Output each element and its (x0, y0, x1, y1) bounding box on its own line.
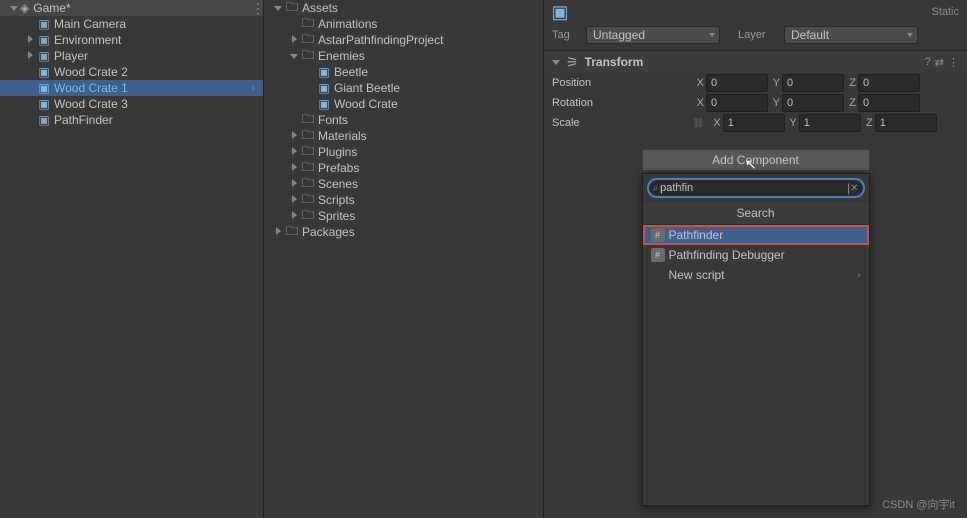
search-results: # Pathfinder # Pathfinding Debugger New … (643, 225, 869, 505)
hierarchy-panel: ◈ Game* ⋮ ▣ Main Camera ▣ Environment ▣ … (0, 0, 264, 518)
folder-icon: 🗀 (284, 224, 300, 240)
component-search-popup: ⌕ | ✕ Search # Pathfinder # Pathfinding … (642, 173, 870, 506)
preset-icon[interactable]: ⇄ (935, 56, 944, 69)
unity-icon: ◈ (20, 1, 29, 15)
layer-dropdown[interactable]: Default (784, 26, 918, 44)
script-icon: # (651, 228, 665, 242)
constrain-icon[interactable]: ⛓ (692, 118, 705, 129)
position-x-input[interactable] (706, 74, 768, 92)
caret-right-icon (288, 147, 300, 158)
folder-icon: 🗀 (300, 48, 316, 64)
transform-title: Transform (585, 55, 925, 69)
hierarchy-item-selected[interactable]: ▣ Wood Crate 1 › (0, 80, 263, 96)
search-result-pathfinding-debugger[interactable]: # Pathfinding Debugger (643, 245, 869, 265)
caret-down-icon (288, 51, 300, 62)
position-y-input[interactable] (782, 74, 844, 92)
tag-layer-row: Tag Untagged Layer Default (544, 24, 967, 50)
caret-down-icon (552, 60, 560, 65)
layer-label: Layer (738, 29, 778, 41)
rotation-y-input[interactable] (782, 94, 844, 112)
static-label: Static (931, 6, 959, 18)
search-box[interactable]: ⌕ | ✕ (647, 178, 865, 198)
caret-down-icon (8, 3, 20, 14)
inspector-panel: ▣ Static Tag Untagged Layer Default ⚞ Tr… (544, 0, 967, 518)
scale-z-input[interactable] (875, 114, 937, 132)
folder-row[interactable]: 🗀 Enemies (264, 48, 543, 64)
caret-right-icon (24, 51, 36, 62)
prefab-icon: ▣ (316, 80, 332, 96)
hierarchy-item[interactable]: ▣ Wood Crate 3 (0, 96, 263, 112)
prefab-icon: ▣ (36, 96, 52, 112)
chevron-right-icon: › (857, 270, 860, 281)
search-result-new-script[interactable]: New script › (643, 265, 869, 285)
caret-right-icon (288, 163, 300, 174)
gameobject-icon: ▣ (36, 48, 52, 64)
hierarchy-item[interactable]: ▣ PathFinder (0, 112, 263, 128)
scale-label: Scale (552, 117, 692, 129)
prefab-row[interactable]: ▣ Giant Beetle (264, 80, 543, 96)
transform-component: ⚞ Transform ? ⇄ ⋮ Position X Y Z Rotatio… (544, 50, 967, 133)
rotation-row: Rotation X Y Z (544, 93, 967, 113)
caret-right-icon (272, 227, 284, 238)
watermark: CSDN @向宇it (882, 496, 955, 512)
add-component-button[interactable]: Add Component (642, 149, 870, 171)
scene-row[interactable]: ◈ Game* ⋮ (0, 0, 263, 16)
rotation-z-input[interactable] (858, 94, 920, 112)
caret-right-icon (24, 35, 36, 46)
folder-row[interactable]: 🗀 Sprites (264, 208, 543, 224)
caret-right-icon (288, 131, 300, 142)
chevron-right-icon[interactable]: › (252, 83, 255, 94)
position-z-input[interactable] (858, 74, 920, 92)
more-icon[interactable]: ⋮ (251, 0, 263, 17)
folder-icon: 🗀 (300, 208, 316, 224)
hierarchy-item[interactable]: ▣ Player (0, 48, 263, 64)
gameobject-icon: ▣ (36, 32, 52, 48)
hierarchy-item[interactable]: ▣ Environment (0, 32, 263, 48)
prefab-icon: ▣ (316, 96, 332, 112)
transform-header[interactable]: ⚞ Transform ? ⇄ ⋮ (544, 51, 967, 73)
gameobject-icon: ▣ (36, 112, 52, 128)
search-clear-icon[interactable]: ✕ (850, 183, 858, 194)
prefab-icon: ▣ (36, 80, 52, 96)
tag-label: Tag (552, 29, 580, 41)
prefab-icon: ▣ (36, 64, 52, 80)
search-icon: ⌕ (653, 183, 659, 194)
scene-name: Game* (33, 1, 70, 15)
position-row: Position X Y Z (544, 73, 967, 93)
hierarchy-item[interactable]: ▣ Wood Crate 2 (0, 64, 263, 80)
caret-right-icon (288, 35, 300, 46)
caret-down-icon (272, 3, 284, 14)
tag-dropdown[interactable]: Untagged (586, 26, 720, 44)
search-input[interactable] (660, 182, 847, 194)
gameobject-icon: ▣ (36, 16, 52, 32)
transform-icon: ⚞ (566, 54, 579, 71)
rotation-x-input[interactable] (706, 94, 768, 112)
caret-right-icon (288, 179, 300, 190)
caret-right-icon (288, 195, 300, 206)
gameobject-cube-icon: ▣ (552, 4, 568, 20)
hierarchy-item[interactable]: ▣ Main Camera (0, 16, 263, 32)
add-component-section: Add Component ⌕ | ✕ Search # Pathfinder … (544, 149, 967, 171)
prefab-icon: ▣ (316, 64, 332, 80)
help-icon[interactable]: ? (925, 56, 931, 69)
project-panel: 🗀 Assets 🗀 Animations 🗀 AstarPathfinding… (264, 0, 544, 518)
position-label: Position (552, 77, 692, 89)
folder-icon: 🗀 (284, 0, 300, 16)
inspector-header: ▣ Static (544, 0, 967, 24)
scale-x-input[interactable] (723, 114, 785, 132)
caret-right-icon (288, 211, 300, 222)
menu-icon[interactable]: ⋮ (948, 56, 959, 69)
packages-row[interactable]: 🗀 Packages (264, 224, 543, 240)
scale-y-input[interactable] (799, 114, 861, 132)
search-header: Search (643, 202, 869, 225)
script-icon: # (651, 248, 665, 262)
rotation-label: Rotation (552, 97, 692, 109)
search-result-pathfinder[interactable]: # Pathfinder (643, 225, 869, 245)
scale-row: Scale ⛓ X Y Z (544, 113, 967, 133)
